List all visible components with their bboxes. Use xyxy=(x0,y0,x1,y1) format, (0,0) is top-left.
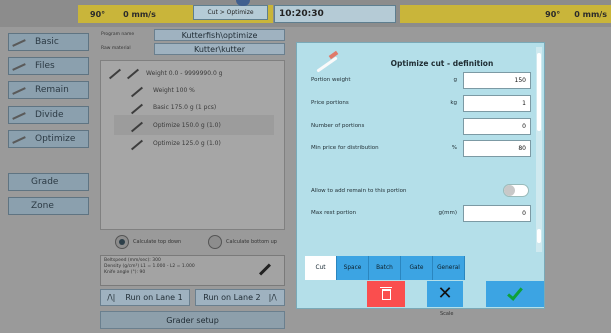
field-number-of-portions: Number of portions 0 xyxy=(311,117,531,135)
run-lane-2-button[interactable]: Run on Lane 2 |/\ xyxy=(195,289,285,306)
field-portion-weight: Portion weight g 150 xyxy=(311,71,531,89)
cancel-button[interactable]: ✕ xyxy=(427,281,463,307)
left-angle: 90° xyxy=(90,9,106,19)
trash-icon xyxy=(379,286,392,300)
tree-child[interactable]: Weight 100 % xyxy=(153,87,195,94)
tree-item[interactable]: Optimize 125.0 g (1.0) xyxy=(153,140,221,147)
run-label: Run on Lane 1 xyxy=(125,293,183,302)
tree-item-selected[interactable]: Optimize 150.0 g (1.0) xyxy=(153,122,221,129)
program-name-label: Program name xyxy=(101,32,135,37)
dialog-tabs: Cut Space Batch Gate General xyxy=(305,256,465,280)
min-price-input[interactable]: 80 xyxy=(463,139,531,157)
knife-icon xyxy=(126,67,140,81)
field-label: Number of portions xyxy=(311,123,365,129)
field-unit: % xyxy=(451,145,457,151)
run-lane-1-button[interactable]: /\| Run on Lane 1 xyxy=(100,289,190,306)
nav-grade-button[interactable]: Grade xyxy=(8,173,89,191)
nav-label: Optimize xyxy=(35,134,76,144)
field-price-portions: Price portions kg 1 xyxy=(311,94,531,112)
knife-icon xyxy=(9,82,31,98)
knife-icon xyxy=(130,85,144,99)
allow-remain-toggle[interactable] xyxy=(503,184,529,197)
nav-label: Zone xyxy=(31,201,54,211)
field-label: Portion weight xyxy=(311,77,351,83)
dialog-title: Optimize cut - definition xyxy=(390,59,494,68)
checkmark-icon xyxy=(507,283,523,301)
radio-dot-icon xyxy=(208,235,222,249)
edit-pen-icon[interactable] xyxy=(258,262,272,276)
right-speed: 0 mm/s xyxy=(574,9,607,19)
nav-remain-button[interactable]: Remain xyxy=(8,81,89,99)
close-icon: ✕ xyxy=(437,283,453,304)
nav-label: Remain xyxy=(35,85,69,95)
field-allow-remain: Allow to add remain to this portion xyxy=(311,182,531,200)
radio-label: Calculate bottom up xyxy=(226,239,277,245)
scroll-thumb-lower[interactable] xyxy=(537,229,541,243)
tree-root[interactable]: Weight 0.0 - 9999990.0 g xyxy=(146,70,223,77)
max-rest-input[interactable]: 0 xyxy=(463,204,531,222)
tab-cut[interactable]: Cut xyxy=(305,256,337,280)
tab-space[interactable]: Space xyxy=(337,256,369,280)
field-unit: kg xyxy=(450,100,457,106)
mode-breadcrumb[interactable]: Cut > Optimize xyxy=(193,5,268,20)
portion-weight-input[interactable]: 150 xyxy=(463,71,531,89)
tab-gate[interactable]: Gate xyxy=(401,256,433,280)
radio-dot-icon xyxy=(115,235,129,249)
lane-glyph: |/\ xyxy=(268,293,277,302)
tree-item[interactable]: Basic 175.0 g (1 pcs) xyxy=(153,104,216,111)
field-label: Max rest portion xyxy=(311,210,357,216)
scale-label: Scale xyxy=(440,311,454,317)
knife-icon xyxy=(9,131,31,147)
lane-glyph: /\| xyxy=(107,293,116,302)
radio-bottom-up[interactable]: Calculate bottom up xyxy=(208,235,277,249)
knife-icon xyxy=(130,138,144,152)
nav-basic-button[interactable]: Basic xyxy=(8,33,89,51)
scroll-thumb[interactable] xyxy=(537,53,541,131)
field-label: Min price for distribution xyxy=(311,145,379,151)
field-unit: g(mm) xyxy=(438,210,458,216)
knife-icon xyxy=(9,107,31,123)
radio-top-down[interactable]: Calculate top down xyxy=(115,235,181,249)
nav-label: Basic xyxy=(35,37,59,47)
delete-button[interactable] xyxy=(367,281,405,307)
knife-icon xyxy=(108,67,122,81)
nav-zone-button[interactable]: Zone xyxy=(8,197,89,215)
field-max-rest: Max rest portion g(mm) 0 xyxy=(311,204,531,222)
grader-setup-button[interactable]: Grader setup xyxy=(100,311,285,329)
right-angle: 90° xyxy=(545,9,561,19)
raw-material-label: Raw material xyxy=(101,46,131,51)
field-label: Price portions xyxy=(311,100,349,106)
nav-divide-button[interactable]: Divide xyxy=(8,106,89,124)
knife-icon xyxy=(9,58,31,74)
field-unit: g xyxy=(453,77,458,83)
knife-icon xyxy=(9,34,31,50)
price-portions-input[interactable]: 1 xyxy=(463,94,531,112)
nav-label: Divide xyxy=(35,110,64,120)
field-min-price: Min price for distribution % 80 xyxy=(311,139,531,157)
radio-label: Calculate top down xyxy=(133,239,182,245)
nav-label: Grade xyxy=(31,177,59,187)
run-label: Run on Lane 2 xyxy=(203,293,261,302)
clock: 10:20:30 xyxy=(274,5,396,23)
nav-label: Files xyxy=(35,61,55,71)
nav-files-button[interactable]: Files xyxy=(8,57,89,75)
raw-material-field[interactable]: Kutter\kutter xyxy=(154,43,285,55)
program-name-field[interactable]: Kutterfish\optimize xyxy=(154,29,285,41)
info-line: Knife angle (°): 90 xyxy=(104,270,146,275)
optimize-cut-dialog: Optimize cut - definition Portion weight… xyxy=(296,42,545,309)
field-label: Allow to add remain to this portion xyxy=(311,188,407,194)
right-status-bar: 90° 0 mm/s xyxy=(400,5,611,23)
nav-optimize-button[interactable]: Optimize xyxy=(8,130,89,148)
ok-button[interactable] xyxy=(486,281,544,307)
knife-icon xyxy=(130,120,144,134)
number-of-portions-input[interactable]: 0 xyxy=(463,117,531,135)
tab-batch[interactable]: Batch xyxy=(369,256,401,280)
knife-icon xyxy=(130,102,144,116)
left-speed: 0 mm/s xyxy=(123,9,156,19)
tab-general[interactable]: General xyxy=(433,256,465,280)
